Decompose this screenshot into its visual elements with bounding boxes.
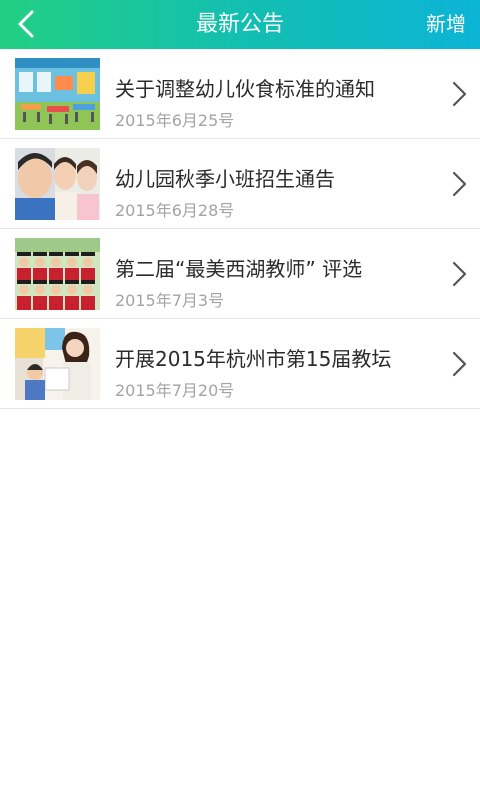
children-faces-photo [15,148,100,220]
announcement-item[interactable]: 开展2015年杭州市第15届教坛 2015年7月20号 [0,319,480,409]
back-button[interactable] [8,6,44,42]
teacher-and-child-photo [15,328,100,400]
announcement-item[interactable]: 关于调整幼儿伙食标准的通知 2015年6月25号 [0,49,480,139]
announcement-date: 2015年6月25号 [115,111,235,130]
announcement-date: 2015年7月20号 [115,381,235,400]
announcement-title: 开展2015年杭州市第15届教坛 [115,347,392,371]
chevron-right-icon [452,261,467,287]
page-title: 最新公告 [195,12,284,37]
chevron-right-icon [452,351,467,377]
app-screen: 最新公告 新增 关于调整幼儿伙食标准的通知 2015年6月25号 幼儿园秋季小班… [0,0,480,800]
chevron-left-icon [18,10,34,38]
classroom-photo [15,58,100,130]
announcement-title: 关于调整幼儿伙食标准的通知 [115,77,375,101]
chevron-right-icon [452,171,467,197]
add-button[interactable]: 新增 [426,0,466,49]
announcement-item[interactable]: 幼儿园秋季小班招生通告 2015年6月28号 [0,139,480,229]
announcement-date: 2015年6月28号 [115,201,235,220]
announcement-title: 幼儿园秋季小班招生通告 [115,167,335,191]
graduation-group-photo [15,238,100,310]
chevron-right-icon [452,81,467,107]
announcement-date: 2015年7月3号 [115,291,225,310]
announcement-title: 第二届“最美西湖教师” 评选 [115,257,363,281]
announcement-item[interactable]: 第二届“最美西湖教师” 评选 2015年7月3号 [0,229,480,319]
top-bar: 最新公告 新增 [0,0,480,49]
announcement-list: 关于调整幼儿伙食标准的通知 2015年6月25号 幼儿园秋季小班招生通告 201… [0,49,480,409]
